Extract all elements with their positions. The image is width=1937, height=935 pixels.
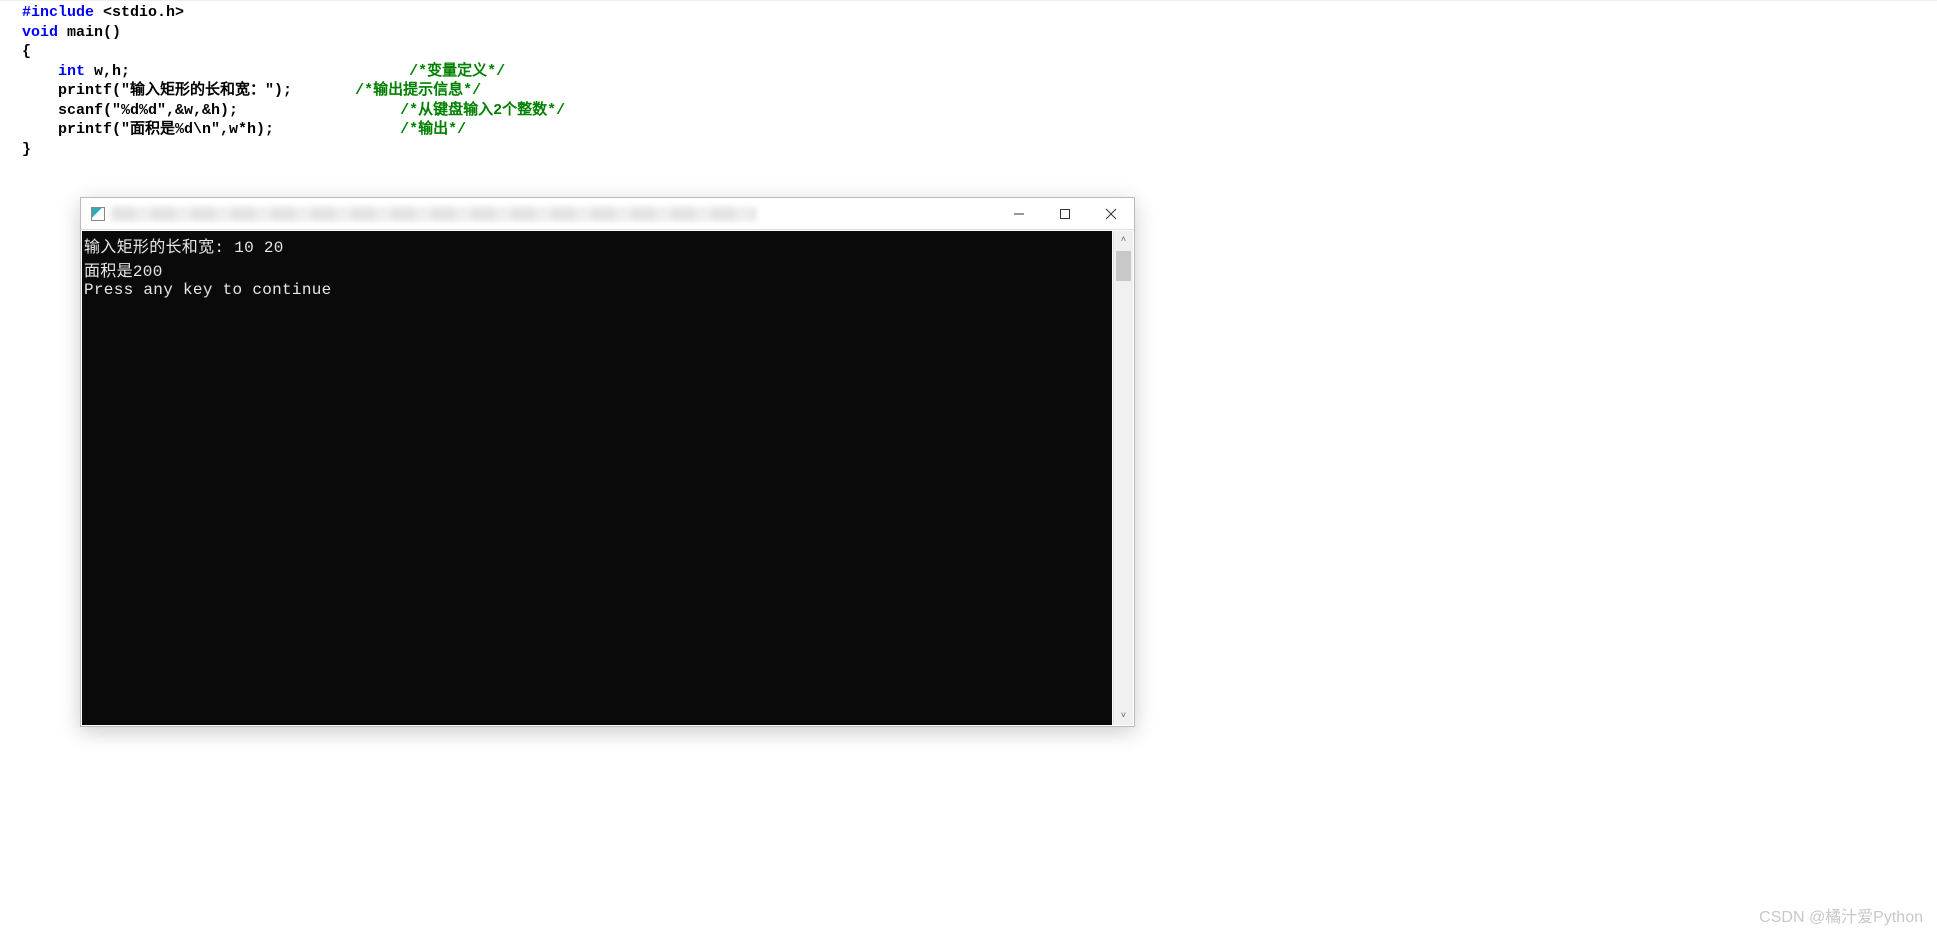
keyword: void [22, 24, 58, 41]
pad [292, 82, 355, 99]
keyword: int [58, 63, 85, 80]
code-line-5: printf("输入矩形的长和宽："); /*输出提示信息*/ [22, 81, 1937, 101]
code-text: } [22, 141, 31, 158]
console-line: 面积是200 [84, 257, 1110, 281]
indent [22, 121, 58, 138]
console-line: Press any key to continue [84, 281, 1110, 299]
console-output[interactable]: 输入矩形的长和宽: 10 20面积是200Press any key to co… [82, 231, 1112, 725]
code-text: printf("面积是%d\n",w*h); [58, 121, 274, 138]
watermark-text: CSDN @橘汁爱Python [1759, 903, 1923, 927]
maximize-icon [1059, 208, 1071, 220]
code-line-6: scanf("%d%d",&w,&h); /*从键盘输入2个整数*/ [22, 101, 1937, 121]
code-line-2: void main() [22, 23, 1937, 43]
maximize-button[interactable] [1042, 198, 1088, 229]
code-editor: #include <stdio.h> void main() { int w,h… [0, 0, 1937, 159]
indent [22, 63, 58, 80]
code-text: <stdio.h> [94, 4, 184, 21]
scroll-down-button[interactable]: ˅ [1114, 707, 1133, 725]
comment: /*从键盘输入2个整数*/ [400, 102, 565, 119]
code-text: main() [58, 24, 121, 41]
code-line-1: #include <stdio.h> [22, 3, 1937, 23]
comment: /*输出*/ [400, 121, 466, 138]
console-window: 输入矩形的长和宽: 10 20面积是200Press any key to co… [80, 197, 1135, 727]
code-line-8: } [22, 140, 1937, 160]
indent [22, 102, 58, 119]
window-controls [996, 198, 1134, 229]
window-title-blurred [111, 207, 756, 221]
scroll-thumb[interactable] [1116, 251, 1131, 281]
pad [130, 63, 409, 80]
pad [238, 102, 400, 119]
code-text: printf("输入矩形的长和宽："); [58, 82, 292, 99]
code-text: w,h; [85, 63, 130, 80]
comment: /*变量定义*/ [409, 63, 505, 80]
console-line: 输入矩形的长和宽: 10 20 [84, 233, 1110, 257]
scroll-up-button[interactable]: ˄ [1114, 231, 1133, 249]
code-line-7: printf("面积是%d\n",w*h); /*输出*/ [22, 120, 1937, 140]
scrollbar-vertical[interactable]: ˄ ˅ [1113, 231, 1133, 725]
code-line-3: { [22, 42, 1937, 62]
keyword: #include [22, 4, 94, 21]
close-icon [1105, 208, 1117, 220]
window-titlebar[interactable] [81, 198, 1134, 230]
app-icon [91, 207, 105, 221]
indent [22, 82, 58, 99]
close-button[interactable] [1088, 198, 1134, 229]
code-line-4: int w,h; /*变量定义*/ [22, 62, 1937, 82]
code-text: scanf("%d%d",&w,&h); [58, 102, 238, 119]
code-text: { [22, 43, 31, 60]
pad [274, 121, 400, 138]
minimize-icon [1013, 208, 1025, 220]
minimize-button[interactable] [996, 198, 1042, 229]
comment: /*输出提示信息*/ [355, 82, 481, 99]
